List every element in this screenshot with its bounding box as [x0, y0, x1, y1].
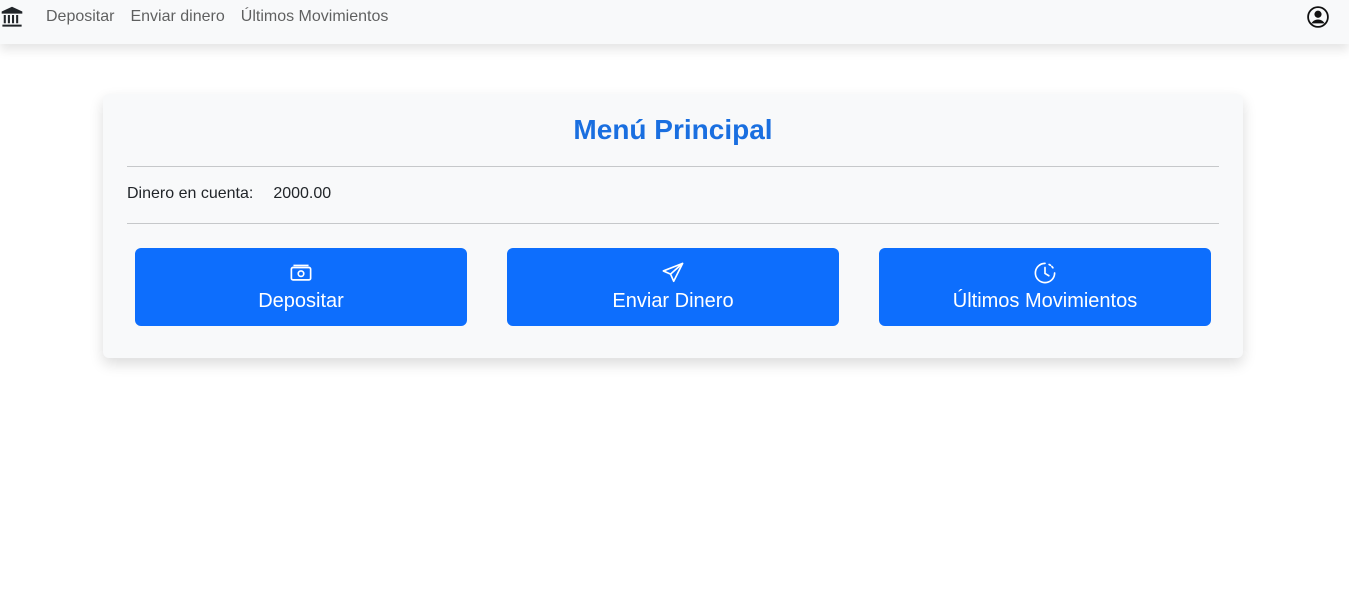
recent-movements-button[interactable]: Últimos Movimientos: [879, 248, 1211, 326]
balance-row: Dinero en cuenta: 2000.00: [127, 185, 331, 203]
send-money-button-label: Enviar Dinero: [612, 289, 734, 312]
top-navbar: Depositar Enviar dinero Últimos Movimien…: [0, 0, 1349, 44]
nav-link-ultimos-movimientos[interactable]: Últimos Movimientos: [233, 8, 397, 26]
divider: [127, 166, 1219, 167]
nav-link-depositar[interactable]: Depositar: [38, 8, 122, 26]
deposit-button[interactable]: Depositar: [135, 248, 467, 326]
balance-label: Dinero en cuenta:: [127, 185, 254, 202]
deposit-button-label: Depositar: [258, 289, 344, 312]
main-menu-card: Menú Principal Dinero en cuenta: 2000.00…: [103, 94, 1243, 358]
clock-history-icon: [1034, 262, 1056, 284]
send-icon: [662, 262, 684, 284]
divider: [127, 223, 1219, 224]
nav-links: Depositar Enviar dinero Últimos Movimien…: [38, 0, 396, 34]
cash-icon: [290, 262, 312, 284]
balance-value: 2000.00: [273, 185, 332, 202]
page-title: Menú Principal: [573, 114, 773, 145]
nav-link-enviar-dinero[interactable]: Enviar dinero: [122, 8, 232, 26]
person-circle-icon[interactable]: [1307, 6, 1329, 28]
send-money-button[interactable]: Enviar Dinero: [507, 248, 839, 326]
recent-movements-button-label: Últimos Movimientos: [952, 289, 1138, 312]
bank-icon[interactable]: [1, 6, 23, 28]
